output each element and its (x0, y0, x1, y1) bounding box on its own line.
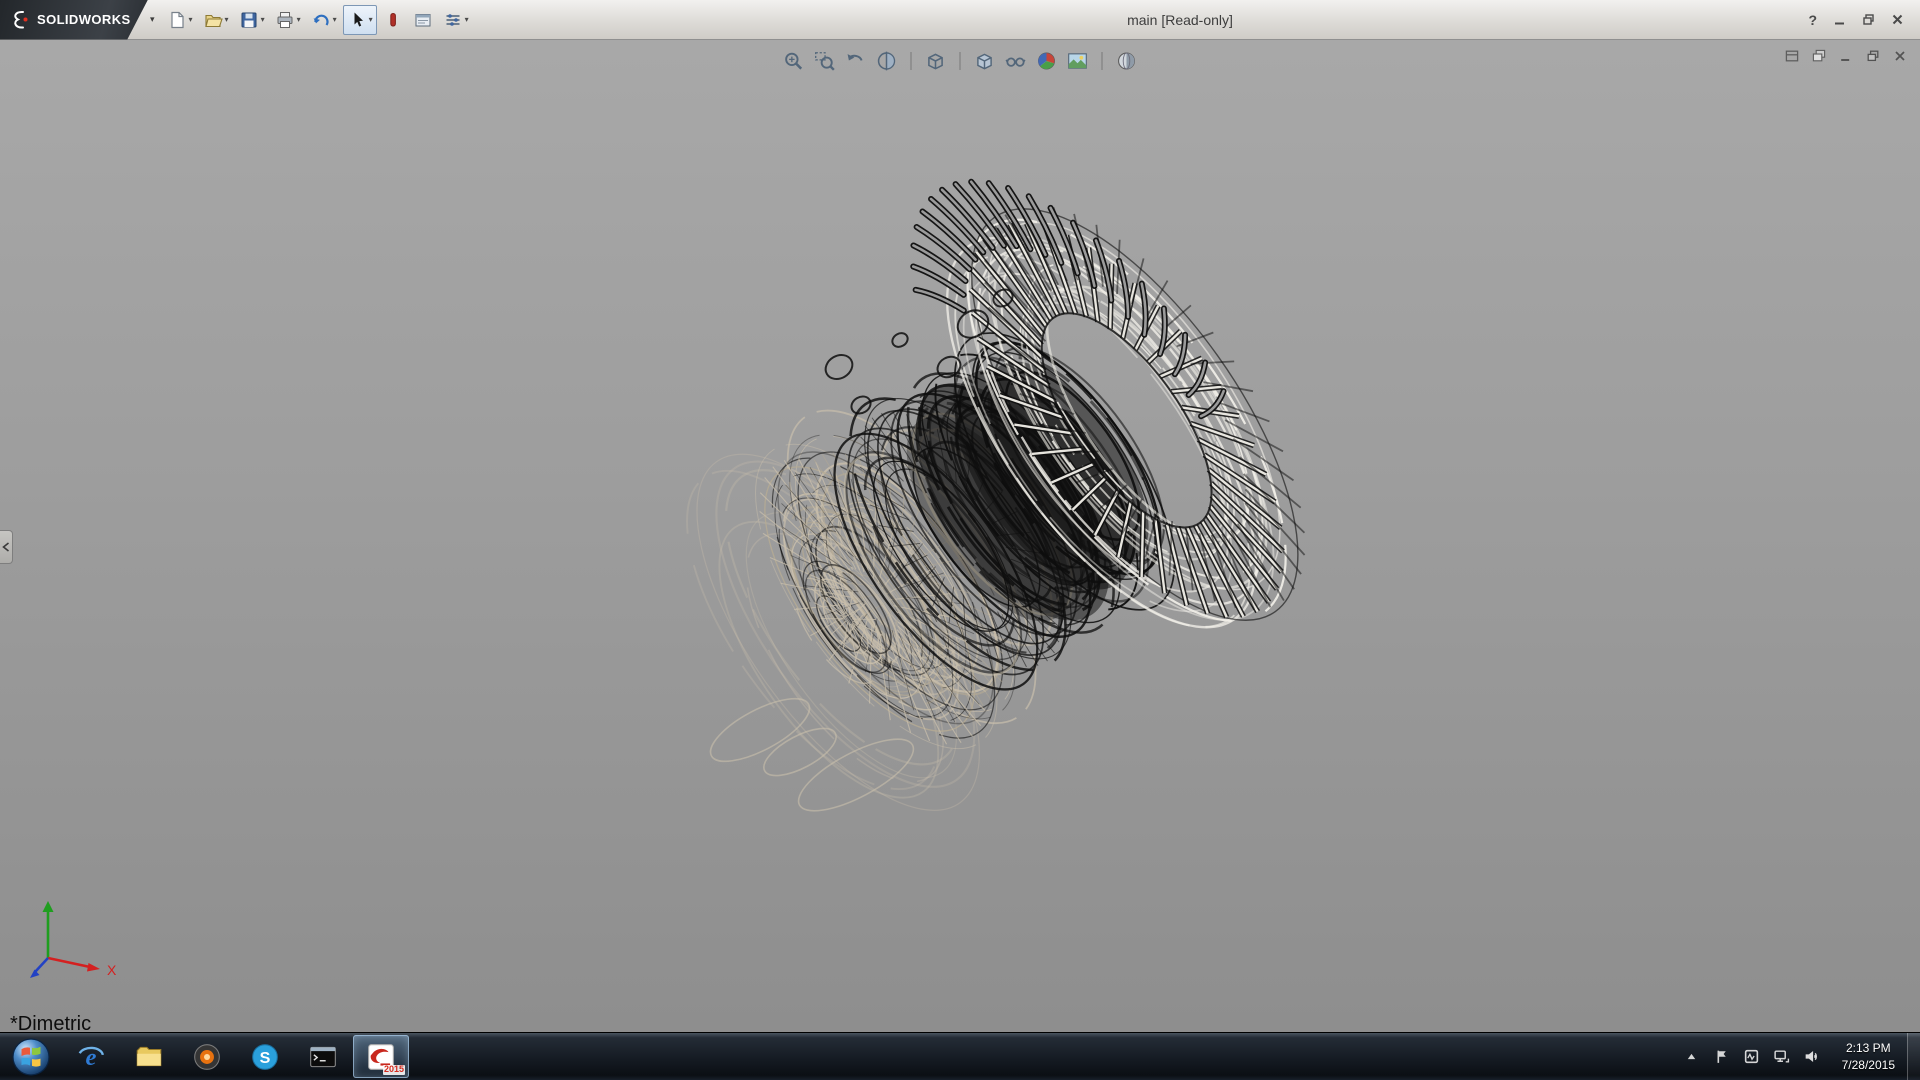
edit-appearance-button[interactable] (1036, 50, 1058, 72)
triad-z-arrowhead (30, 970, 40, 979)
open-document-dropdown-arrow-icon[interactable]: ▾ (225, 15, 229, 24)
triad-x-arrowhead (87, 963, 100, 972)
view-orientation-button[interactable] (925, 50, 947, 72)
triad-x-label: X (107, 962, 117, 978)
save-dropdown-arrow-icon[interactable]: ▾ (261, 15, 265, 24)
doc-restore-button[interactable] (1865, 48, 1881, 64)
new-document-dropdown-arrow-icon[interactable]: ▾ (189, 15, 193, 24)
collapse-left-arrow-icon (2, 542, 10, 552)
close-button[interactable] (1891, 13, 1904, 26)
tile-window-button[interactable] (1784, 48, 1800, 64)
windows-explorer-taskbar-button[interactable] (121, 1035, 177, 1078)
undo-button[interactable]: ▾ (307, 5, 341, 35)
svg-text:S: S (260, 1048, 271, 1066)
file-properties-button[interactable] (409, 5, 437, 35)
view-settings-button[interactable] (1116, 50, 1138, 72)
solidworks-menu-logo[interactable]: SOLIDWORKS (0, 0, 148, 40)
clock-date: 7/28/2015 (1842, 1057, 1895, 1073)
display-style-button[interactable] (974, 50, 996, 72)
brand-text: SOLIDWORKS (37, 12, 131, 27)
options-button[interactable]: ▾ (439, 5, 473, 35)
zoom-to-area-button[interactable] (814, 50, 836, 72)
titlebar: SOLIDWORKS ▾ ▾ ▾ ▾ ▾ ▾ ▾ ▾ main [Read-only] ? (0, 0, 1920, 40)
headsup-separator (911, 52, 912, 70)
section-view-button[interactable] (876, 50, 898, 72)
solidworks-taskbar-button[interactable]: 2015 (353, 1035, 409, 1078)
system-tray (1673, 1033, 1830, 1080)
taskbar: e S 2015 2:13 PM 7/28/2015 (0, 1032, 1920, 1080)
triad-y-arrowhead (43, 901, 54, 912)
taskbar-buttons: e S 2015 (0, 1033, 410, 1080)
xpress-tools-button[interactable] (379, 5, 407, 35)
model-wireframe[interactable] (0, 40, 1920, 1032)
window-controls: ? (1808, 12, 1920, 28)
windows-orb-icon (10, 1036, 52, 1078)
print-button[interactable]: ▾ (271, 5, 305, 35)
print-dropdown-arrow-icon[interactable]: ▾ (297, 15, 301, 24)
menu-expand-arrow-icon[interactable]: ▾ (150, 14, 155, 25)
network-icon[interactable] (1773, 1048, 1790, 1065)
messenger-taskbar-button[interactable]: S (237, 1035, 293, 1078)
clock-time: 2:13 PM (1842, 1040, 1895, 1056)
apply-scene-button[interactable] (1067, 50, 1089, 72)
new-document-button[interactable]: ▾ (163, 5, 197, 35)
doc-close-button[interactable] (1892, 48, 1908, 64)
internet-explorer-taskbar-button[interactable]: e (63, 1035, 119, 1078)
taskbar-clock[interactable]: 2:13 PM 7/28/2015 (1830, 1033, 1907, 1080)
main-toolbar: ▾ ▾ ▾ ▾ ▾ ▾ ▾ (163, 5, 473, 35)
graphics-area[interactable]: X *Dimetric (0, 40, 1920, 1032)
orientation-triad: X (28, 896, 138, 986)
start-taskbar-button[interactable] (1, 1035, 61, 1078)
view-orientation-label: *Dimetric (10, 1013, 91, 1032)
show-desktop-button[interactable] (1907, 1033, 1920, 1080)
resource-monitor-icon[interactable] (1743, 1048, 1760, 1065)
help-button[interactable]: ? (1808, 12, 1817, 28)
doc-minimize-button[interactable] (1838, 48, 1854, 64)
media-player-taskbar-button[interactable] (179, 1035, 235, 1078)
select-button[interactable]: ▾ (343, 5, 377, 35)
restore-button[interactable] (1862, 13, 1875, 26)
save-button[interactable]: ▾ (235, 5, 269, 35)
previous-view-button[interactable] (845, 50, 867, 72)
volume-icon[interactable] (1803, 1048, 1820, 1065)
headsup-separator (960, 52, 961, 70)
solidworks-version-badge: 2015 (383, 1065, 405, 1075)
open-document-button[interactable]: ▾ (199, 5, 233, 35)
command-prompt-taskbar-button[interactable] (295, 1035, 351, 1078)
dassault-3ds-logo-icon (10, 9, 30, 31)
window-title: main [Read-only] (1127, 0, 1233, 40)
solidworks-window: SOLIDWORKS ▾ ▾ ▾ ▾ ▾ ▾ ▾ ▾ main [Read-only] ? (0, 0, 1920, 1080)
minimize-button[interactable] (1833, 13, 1846, 26)
options-dropdown-arrow-icon[interactable]: ▾ (465, 15, 469, 24)
heads-up-toolbar (775, 48, 1146, 74)
zoom-to-fit-button[interactable] (783, 50, 805, 72)
show-hidden-icons-icon[interactable] (1683, 1048, 1700, 1065)
hide-show-items-button[interactable] (1005, 50, 1027, 72)
undo-dropdown-arrow-icon[interactable]: ▾ (333, 15, 337, 24)
headsup-separator (1102, 52, 1103, 70)
action-center-icon[interactable] (1713, 1048, 1730, 1065)
document-window-controls (1784, 48, 1908, 64)
select-dropdown-arrow-icon[interactable]: ▾ (369, 15, 373, 24)
triad-z-axis (35, 958, 48, 972)
cascade-window-button[interactable] (1811, 48, 1827, 64)
triad-x-axis (48, 958, 90, 967)
feature-manager-collapse-tab[interactable] (0, 530, 13, 564)
